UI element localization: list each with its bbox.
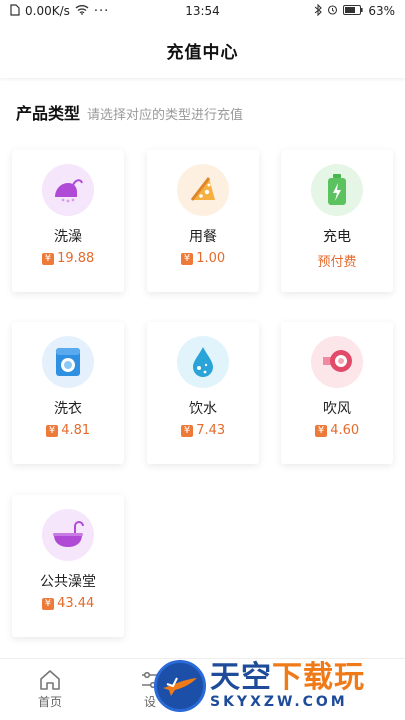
product-name: 饮水 <box>189 401 217 417</box>
watermark-logo-icon <box>154 660 206 712</box>
product-icon-bg <box>42 336 94 388</box>
price-text: 预付费 <box>317 255 357 270</box>
price-value: 4.60 <box>330 423 360 438</box>
sim-icon <box>10 3 20 19</box>
product-card-water[interactable]: 饮水 ¥ 7.43 <box>147 322 259 464</box>
currency-badge: ¥ <box>41 252 55 265</box>
product-card-public-bath[interactable]: 公共澡堂 ¥ 43.44 <box>12 495 124 637</box>
battery-percent: 63% <box>368 4 395 18</box>
washer-icon <box>56 348 80 376</box>
product-price: ¥ 1.00 <box>180 251 226 266</box>
product-name: 洗澡 <box>54 229 82 245</box>
product-card-charge[interactable]: 充电 预付费 <box>281 150 393 292</box>
product-icon-bg <box>177 336 229 388</box>
watermark-title-a: 天空 <box>210 660 272 695</box>
home-icon <box>40 670 60 690</box>
product-card-laundry[interactable]: 洗衣 ¥ 4.81 <box>12 322 124 464</box>
product-icon-bg <box>311 164 363 216</box>
price-value: 19.88 <box>57 251 95 266</box>
pizza-icon <box>190 177 215 201</box>
watermark-sub: SKYXZW.COM <box>210 694 348 710</box>
status-bar: 0.00K/s ··· 13:54 63% <box>0 0 405 22</box>
shower-icon <box>55 179 83 203</box>
bathtub-icon <box>53 521 84 547</box>
product-price: ¥ 43.44 <box>41 596 95 611</box>
battery-status-icon <box>343 4 363 18</box>
tab-home[interactable]: 首页 <box>0 659 100 720</box>
price-value: 4.81 <box>61 423 91 438</box>
section-hint: 请选择对应的类型进行充值 <box>87 108 244 123</box>
price-value: 43.44 <box>57 596 95 611</box>
water-drop-icon <box>193 347 213 377</box>
product-name: 公共澡堂 <box>40 574 96 590</box>
product-price: ¥ 4.81 <box>45 423 91 438</box>
section-header: 产品类型 请选择对应的类型进行充值 <box>0 78 405 124</box>
section-title: 产品类型 <box>16 104 81 123</box>
currency-badge: ¥ <box>45 424 59 437</box>
currency-badge: ¥ <box>180 424 194 437</box>
currency-badge: ¥ <box>180 252 194 265</box>
bluetooth-icon <box>314 3 323 19</box>
nav-bar: 充值中心 <box>0 22 405 78</box>
product-price: 预付费 <box>317 251 356 270</box>
product-card-shower[interactable]: 洗澡 ¥ 19.88 <box>12 150 124 292</box>
product-icon-bg <box>42 509 94 561</box>
product-name: 充电 <box>323 229 351 245</box>
battery-icon <box>328 174 346 205</box>
product-icon-bg <box>42 164 94 216</box>
product-icon-bg <box>311 336 363 388</box>
product-card-meal[interactable]: 用餐 ¥ 1.00 <box>147 150 259 292</box>
product-name: 洗衣 <box>54 401 82 417</box>
more-icon: ··· <box>93 3 110 19</box>
page-title: 充值中心 <box>166 42 239 63</box>
product-icon-bg <box>177 164 229 216</box>
product-name: 吹风 <box>323 401 351 417</box>
product-card-hair-dryer[interactable]: 吹风 ¥ 4.60 <box>281 322 393 464</box>
price-value: 1.00 <box>196 251 226 266</box>
price-value: 7.43 <box>196 423 226 438</box>
currency-badge: ¥ <box>314 424 328 437</box>
network-speed: 0.00K/s <box>25 4 70 18</box>
watermark: 天空下载玩 SKYXZW.COM <box>154 656 399 716</box>
tab-label: 首页 <box>37 695 62 709</box>
product-price: ¥ 19.88 <box>41 251 95 266</box>
product-price: ¥ 4.60 <box>314 423 360 438</box>
alarm-icon <box>327 4 338 18</box>
watermark-title-b: 下载玩 <box>272 660 365 695</box>
product-name: 用餐 <box>189 229 217 245</box>
currency-badge: ¥ <box>41 597 55 610</box>
product-price: ¥ 7.43 <box>180 423 226 438</box>
wifi-icon <box>75 4 89 18</box>
hair-dryer-icon <box>323 350 352 372</box>
